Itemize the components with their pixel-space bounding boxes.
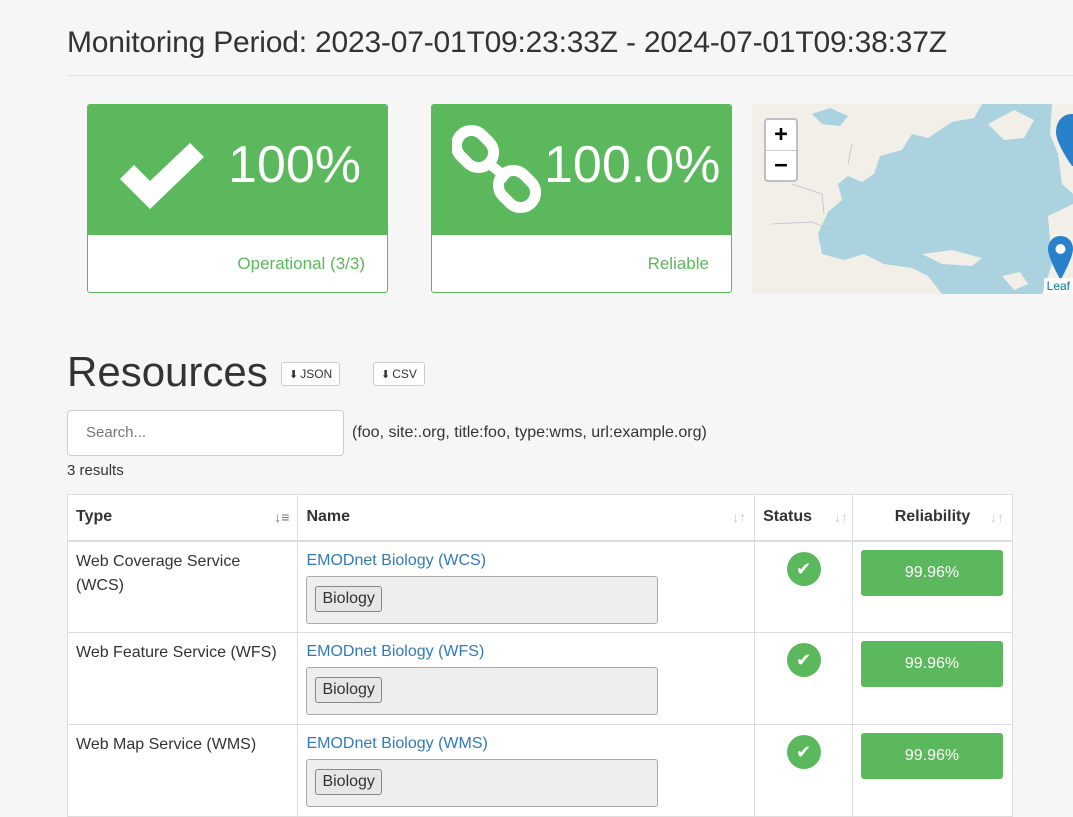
tag-badge[interactable]: Biology (315, 677, 382, 703)
results-count: 3 results (67, 462, 124, 479)
download-icon: ⬇ (381, 369, 391, 381)
name-cell: EMODnet Biology (WFS) Biology (297, 632, 756, 725)
operational-label: Operational (3/3) (237, 254, 365, 273)
tag-list: Biology (306, 575, 659, 624)
check-icon (120, 143, 204, 209)
reliability-column-header[interactable]: Reliability ↓↑ (851, 494, 1014, 542)
reliability-badge[interactable]: 99.96% (860, 641, 1003, 687)
type-cell: Web Map Service (WMS) (66, 724, 299, 817)
table-row: Web Map Service (WMS) EMODnet Biology (W… (66, 724, 1014, 817)
table-row: Web Coverage Service (WCS) EMODnet Biolo… (66, 540, 1014, 633)
zoom-out-button[interactable]: − (766, 150, 796, 180)
download-csv-label: CSV (392, 367, 417, 381)
sort-icon: ↓↑ (833, 509, 848, 525)
resource-link[interactable]: EMODnet Biology (WMS) (306, 733, 746, 755)
tag-badge[interactable]: Biology (315, 585, 382, 612)
reliability-cell: 99.96% (851, 632, 1014, 725)
download-csv-button[interactable]: ⬇ CSV (373, 362, 425, 386)
name-header-label: Name (306, 508, 351, 526)
type-header-label: Type (76, 508, 113, 526)
map-attribution-link[interactable]: Leaf (1043, 278, 1073, 294)
reliability-header-label: Reliability (894, 508, 971, 526)
tag-list: Biology (306, 667, 659, 715)
resources-heading: Resources (67, 348, 268, 395)
status-cell: ✔ (754, 632, 853, 725)
type-column-header[interactable]: Type ↓≡ (66, 494, 299, 542)
status-ok-icon: ✔ (786, 735, 821, 769)
tag-badge[interactable]: Biology (315, 769, 382, 795)
resources-table: Type ↓≡ Name ↓↑ Status ↓↑ Reliability ↓↑… (66, 494, 1014, 817)
reliable-value: 100.0% (544, 136, 721, 194)
name-cell: EMODnet Biology (WMS) Biology (297, 724, 756, 817)
resource-link[interactable]: EMODnet Biology (WCS) (306, 550, 746, 572)
status-cell: ✔ (754, 724, 853, 817)
table-header-row: Type ↓≡ Name ↓↑ Status ↓↑ Reliability ↓↑ (66, 494, 1014, 542)
reliable-stat-header: 100.0% (432, 105, 731, 235)
sort-icon: ↓↑ (732, 509, 747, 525)
reliable-label: Reliable (647, 254, 709, 273)
resource-map[interactable]: + − Leaf (752, 104, 1073, 294)
table-row: Web Feature Service (WFS) EMODnet Biolog… (66, 632, 1014, 725)
download-icon: ⬇ (289, 369, 299, 381)
zoom-in-button[interactable]: + (766, 120, 796, 150)
link-icon (452, 124, 542, 214)
reliability-cell: 99.96% (851, 540, 1014, 633)
status-header-label: Status (763, 508, 813, 526)
reliable-stat-panel: 100.0% Reliable (431, 104, 732, 293)
zoom-control: + − (764, 118, 798, 182)
status-cell: ✔ (754, 540, 853, 633)
download-json-label: JSON (300, 367, 333, 381)
search-hint: (foo, site:.org, title:foo, type:wms, ur… (352, 424, 707, 441)
sort-icon: ↓↑ (990, 509, 1004, 525)
reliability-badge[interactable]: 99.96% (860, 549, 1003, 596)
monitoring-period: Monitoring Period: 2023-07-01T09:23:33Z … (67, 26, 947, 59)
type-cell: Web Coverage Service (WCS) (66, 540, 299, 633)
download-json-button[interactable]: ⬇ JSON (281, 362, 341, 386)
sort-ascending-icon: ↓≡ (274, 509, 290, 525)
operational-stat-panel: 100% Operational (3/3) (87, 104, 388, 293)
tag-list: Biology (306, 759, 659, 807)
map-marker-icon[interactable] (1056, 114, 1073, 166)
name-column-header[interactable]: Name ↓↑ (297, 494, 756, 542)
status-column-header[interactable]: Status ↓↑ (754, 494, 853, 542)
name-cell: EMODnet Biology (WCS) Biology (297, 540, 756, 633)
status-ok-icon: ✔ (786, 643, 821, 677)
status-ok-icon: ✔ (786, 551, 821, 586)
header-divider (67, 75, 1073, 76)
operational-stat-header: 100% (88, 105, 387, 235)
map-tiles (752, 104, 1073, 294)
reliability-cell: 99.96% (851, 724, 1014, 817)
operational-value: 100% (228, 136, 361, 194)
search-input[interactable] (67, 410, 344, 456)
reliability-badge[interactable]: 99.96% (860, 733, 1003, 779)
map-marker-icon[interactable] (1048, 236, 1073, 280)
type-cell: Web Feature Service (WFS) (66, 632, 299, 725)
resource-link[interactable]: EMODnet Biology (WFS) (306, 641, 746, 663)
